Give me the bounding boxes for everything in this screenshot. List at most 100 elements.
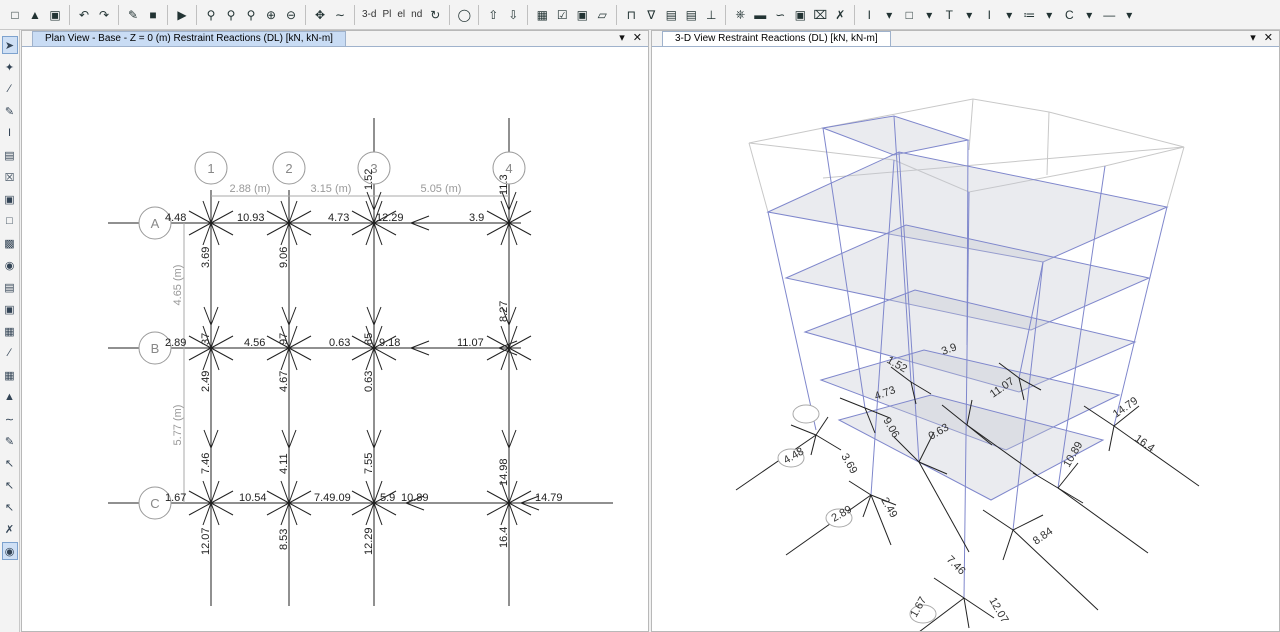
dimension-lines <box>183 195 509 503</box>
snap-icon[interactable]: ◉ <box>1 542 18 560</box>
draw-column-icon[interactable]: I <box>2 124 18 142</box>
dropdown-icon[interactable]: ▾ <box>1040 4 1058 26</box>
draw-rect-icon[interactable]: □ <box>2 212 18 230</box>
reaction-label: 4.67 <box>278 371 290 392</box>
set-display-icon[interactable]: ▦ <box>533 4 551 26</box>
reaction-label: 11.07 <box>457 337 484 349</box>
shells-icon[interactable]: ▬ <box>751 4 769 26</box>
draw-opening-icon[interactable]: ◉ <box>2 256 18 274</box>
redo-icon[interactable]: ↷ <box>95 4 113 26</box>
elevation-view-button[interactable]: el <box>395 9 407 20</box>
clear-selection-icon[interactable]: ↖ <box>2 498 18 516</box>
run-icon[interactable]: ▶ <box>173 4 191 26</box>
perspective-icon[interactable]: ◯ <box>455 4 473 26</box>
draw-link-icon[interactable]: ▤ <box>2 278 18 296</box>
new-model-icon[interactable]: □ <box>6 4 24 26</box>
draw-area-icon[interactable]: ▣ <box>2 190 18 208</box>
move-down-icon[interactable]: ⇩ <box>504 4 522 26</box>
reaction-label: 11.3 <box>498 174 510 195</box>
frame-icon[interactable]: ⊓ <box>622 4 640 26</box>
plan-view-button[interactable]: Pl <box>380 9 393 20</box>
show-forces-icon[interactable]: ▤ <box>682 4 700 26</box>
draw-frame-icon[interactable]: ∕ <box>2 80 18 98</box>
zoom-in-icon[interactable]: ⊕ <box>262 4 280 26</box>
draw-beam-icon[interactable]: ▤ <box>2 146 18 164</box>
rubber-band-icon[interactable]: ∼ <box>331 4 349 26</box>
nd-view-button[interactable]: nd <box>409 9 424 20</box>
draw-grid-icon[interactable]: ▦ <box>2 322 18 340</box>
section-cut-icon[interactable]: ⎈ <box>731 4 749 26</box>
grid-bubble-1[interactable]: 1 <box>194 151 228 185</box>
dropdown-icon[interactable]: ▾ <box>920 4 938 26</box>
dropdown-icon[interactable]: ▾ <box>1000 4 1018 26</box>
show-deformed-icon[interactable]: ∇ <box>642 4 660 26</box>
draw-section-icon[interactable]: ▦ <box>2 366 18 384</box>
view-cube-icon[interactable]: ▣ <box>791 4 809 26</box>
toolbar-separator <box>167 4 168 25</box>
dropdown-icon[interactable]: ▾ <box>960 4 978 26</box>
draw-spring-icon[interactable]: ∼ <box>2 410 18 428</box>
draw-support-icon[interactable]: ▲ <box>2 388 18 406</box>
draw-brace-icon[interactable]: ✎ <box>2 102 18 120</box>
pointer-icon[interactable]: ➤ <box>1 36 18 54</box>
grid-bubble-2[interactable]: 2 <box>272 151 306 185</box>
3d-view-button[interactable]: 3-d <box>360 9 378 20</box>
intersecting-line-icon[interactable]: ✗ <box>2 520 18 538</box>
previous-selection-icon[interactable]: ↖ <box>2 476 18 494</box>
rotate-icon[interactable]: ↻ <box>426 4 444 26</box>
rebar-icon[interactable]: ≔ <box>1020 4 1038 26</box>
plan-view-canvas[interactable]: 1 2 3 4 A B C 2.88 (m) 3.15 (m) 5.05 (m)… <box>22 47 648 631</box>
show-reactions-icon[interactable]: ⊥ <box>702 4 720 26</box>
open-icon[interactable]: ▲ <box>26 4 44 26</box>
line-icon[interactable]: — <box>1100 4 1118 26</box>
channel-icon[interactable]: C <box>1060 4 1078 26</box>
3d-view-pane[interactable]: 3-D View Restraint Reactions (DL) [kN, k… <box>651 30 1280 632</box>
draw-tendon-icon[interactable]: ∕ <box>2 344 18 362</box>
object-display-icon[interactable]: ☑ <box>553 4 571 26</box>
toolbar-separator <box>725 4 727 25</box>
pencil-icon[interactable]: ✎ <box>124 4 142 26</box>
reshape-icon[interactable]: ✦ <box>2 58 18 76</box>
misc-icon[interactable]: ⌧ <box>811 4 829 26</box>
zoom-previous-icon[interactable]: ⚲ <box>242 4 260 26</box>
tab-plan-view[interactable]: Plan View - Base - Z = 0 (m) Restraint R… <box>32 31 346 46</box>
wide-flange-icon[interactable]: I <box>980 4 998 26</box>
undo-icon[interactable]: ↶ <box>75 4 93 26</box>
reaction-label: 7.49.09 <box>314 492 351 504</box>
zoom-window-icon[interactable]: ⚲ <box>202 4 220 26</box>
reaction-label-3d: 16.4 <box>1132 433 1156 455</box>
close-icon[interactable]: ✕ <box>633 31 642 44</box>
pan-icon[interactable]: ✥ <box>311 4 329 26</box>
links-icon[interactable]: ∽ <box>771 4 789 26</box>
dropdown-icon[interactable]: ▾ <box>1080 4 1098 26</box>
draw-point-icon[interactable]: ▣ <box>2 300 18 318</box>
3d-view-header: 3-D View Restraint Reactions (DL) [kN, k… <box>652 31 1279 47</box>
show-loads-icon[interactable]: ▤ <box>662 4 680 26</box>
draw-wall-icon[interactable]: ☒ <box>2 168 18 186</box>
dropdown-icon[interactable]: ▾ <box>880 4 898 26</box>
svg-text:1: 1 <box>207 161 214 176</box>
draw-dimension-icon[interactable]: ✎ <box>2 432 18 450</box>
select-all-icon[interactable]: ↖ <box>2 454 18 472</box>
move-up-icon[interactable]: ⇧ <box>484 4 502 26</box>
zoom-out-icon[interactable]: ⊖ <box>282 4 300 26</box>
ibeam-icon[interactable]: I <box>860 4 878 26</box>
draw-slab-icon[interactable]: ▩ <box>2 234 18 252</box>
display-options-icon[interactable]: ▣ <box>573 4 591 26</box>
select-icon[interactable]: ✗ <box>831 4 849 26</box>
zoom-restore-icon[interactable]: ⚲ <box>222 4 240 26</box>
3d-view-canvas[interactable]: 4.48 3.69 2.89 2.49 1.67 7.46 14.79 16.4… <box>652 47 1279 631</box>
plan-view-pane[interactable]: Plan View - Base - Z = 0 (m) Restraint R… <box>21 30 649 632</box>
tee-section-icon[interactable]: T <box>940 4 958 26</box>
save-icon[interactable]: ▣ <box>46 4 64 26</box>
tab-3d-view[interactable]: 3-D View Restraint Reactions (DL) [kN, k… <box>662 31 891 46</box>
pane-menu-icon[interactable]: ▾ <box>619 31 625 44</box>
pane-menu-icon[interactable]: ▾ <box>1250 31 1256 44</box>
close-icon[interactable]: ✕ <box>1264 31 1273 44</box>
show-undeformed-icon[interactable]: ▱ <box>593 4 611 26</box>
toolbar-separator <box>854 4 856 25</box>
reaction-label: 4.56 <box>244 337 265 349</box>
lock-icon[interactable]: ■ <box>144 4 162 26</box>
box-section-icon[interactable]: □ <box>900 4 918 26</box>
dropdown-icon[interactable]: ▾ <box>1120 4 1138 26</box>
